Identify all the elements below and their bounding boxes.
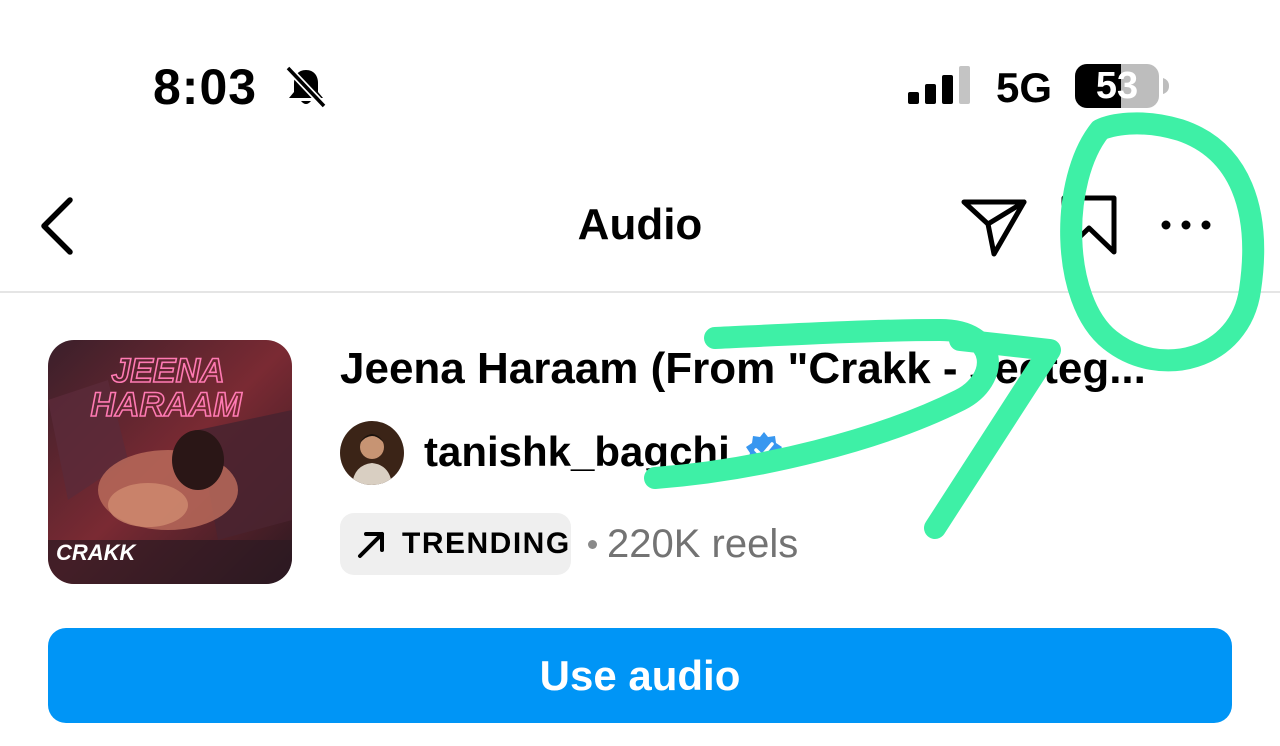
artist-name[interactable]: tanishk_bagchi: [424, 428, 730, 476]
album-art-image: JEENA HARAAM CRAKK: [48, 340, 292, 584]
header-divider: [0, 291, 1280, 293]
send-icon[interactable]: [958, 192, 1030, 260]
bookmark-icon[interactable]: [1058, 192, 1120, 258]
album-art[interactable]: JEENA HARAAM CRAKK: [48, 340, 292, 584]
album-headline-2: HARAAM: [90, 386, 242, 424]
album-headline-1: JEENA: [111, 352, 224, 390]
network-type: 5G: [996, 64, 1053, 111]
trending-arrow-icon: [358, 532, 384, 558]
battery-level: 53: [1095, 64, 1139, 107]
cellular-signal-icon: [908, 66, 970, 104]
verified-badge-icon: [746, 432, 782, 468]
artist-avatar[interactable]: [340, 421, 404, 485]
avatar-image: [340, 421, 404, 485]
more-icon[interactable]: [1158, 210, 1214, 240]
status-time: 8:03: [153, 59, 258, 115]
trending-label: TRENDING: [402, 527, 571, 560]
use-audio-button[interactable]: Use audio: [48, 628, 1232, 723]
reels-count: 220K reels: [607, 522, 799, 566]
bell-muted-icon: [285, 65, 327, 109]
trending-badge[interactable]: TRENDING: [340, 513, 571, 575]
album-movie-logo: CRAKK: [56, 540, 138, 565]
separator-dot: [588, 540, 597, 549]
audio-title: Jeena Haraam (From "Crakk - Jeeteg...: [340, 344, 1146, 393]
